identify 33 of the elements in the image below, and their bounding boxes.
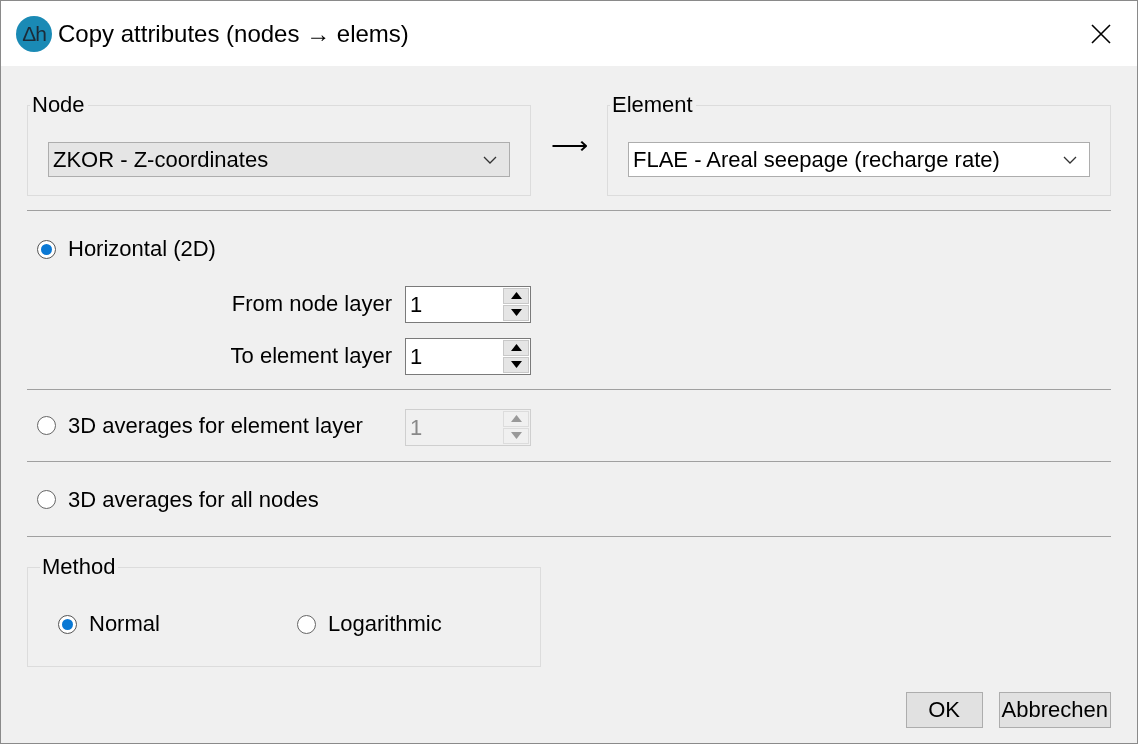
radio-button[interactable]: Horizontal (2D) (37, 236, 216, 262)
window-title: Copy attributes (nodes → elems) (58, 19, 410, 48)
chevron-down-icon (1063, 155, 1077, 164)
triangle-up-icon (510, 292, 522, 299)
triangle-up-icon (510, 344, 522, 351)
chevron-down-icon (483, 155, 497, 164)
dialog-button[interactable]: OK (905, 692, 983, 728)
spin-down-button[interactable] (503, 304, 529, 321)
spin-up-button[interactable] (503, 339, 529, 356)
radio-button[interactable]: 3D averages for element layer (37, 412, 363, 439)
group-label: Method (41, 554, 117, 580)
field-label: From node layer (230, 291, 392, 317)
triangle-down-icon (510, 361, 522, 368)
arrow-text: ⟶ (549, 130, 589, 161)
dropdown[interactable]: ZKOR - Z-coordinates (48, 142, 510, 177)
spinner-field[interactable]: 1 (405, 337, 531, 375)
spin-up-button[interactable] (503, 287, 529, 304)
spinner-field[interactable]: 1 (405, 285, 531, 323)
group-label: Element (611, 92, 694, 118)
group-label: Node (31, 92, 86, 118)
radio-button[interactable]: 3D averages for all nodes (37, 486, 319, 513)
close-icon (1090, 22, 1112, 45)
radio-button[interactable]: Normal (58, 611, 160, 637)
spinner-field: 1 (405, 408, 531, 446)
field-label: To element layer (229, 343, 392, 369)
app-logo: Δh (16, 15, 52, 52)
triangle-down-icon (510, 432, 522, 439)
dropdown[interactable]: FLAE - Areal seepage (recharge rate) (628, 142, 1090, 177)
dialog-button[interactable]: Abbrechen (998, 692, 1111, 728)
triangle-down-icon (510, 309, 522, 316)
triangle-up-icon (510, 415, 522, 422)
spin-down-button[interactable] (503, 356, 529, 373)
radio-button[interactable]: Logarithmic (297, 611, 442, 637)
